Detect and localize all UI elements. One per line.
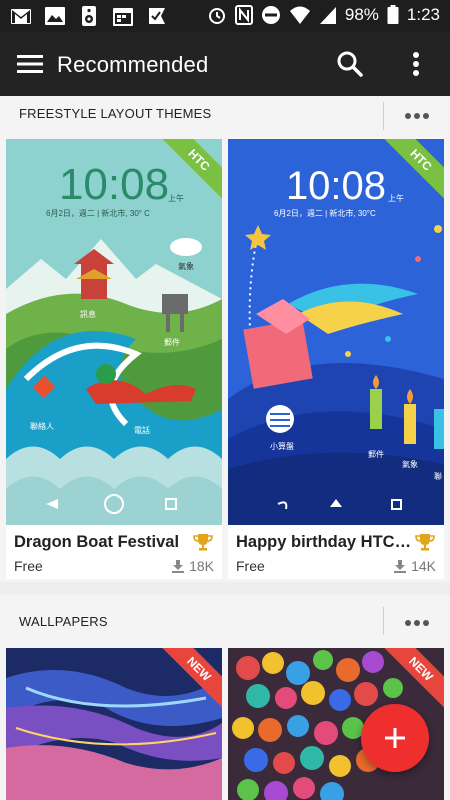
check-flag-icon [149, 8, 165, 24]
divider [383, 102, 384, 130]
preview-time: 10:08 [286, 164, 386, 208]
preview-ampm: 上午 [168, 193, 184, 203]
themes-section-header: FREESTYLE LAYOUT THEMES [0, 96, 450, 136]
download-icon [394, 560, 407, 573]
preview-label: 氣象 [178, 261, 194, 271]
alarm-icon [208, 8, 225, 24]
signal-icon [319, 7, 336, 24]
gmail-icon [11, 9, 31, 24]
status-bar: 98% 1:23 [0, 0, 450, 32]
theme-price: Free [236, 558, 265, 574]
battery-icon [387, 5, 399, 24]
more-horiz-icon[interactable] [400, 611, 434, 635]
theme-card[interactable]: 10:08 上午 6月2日，週二 | 新北市, 30° C 氣象 訊息 郵件 聯… [6, 139, 222, 579]
section-title: WALLPAPERS [19, 614, 108, 629]
preview-date: 6月2日，週二 | 新北市, 30°C [274, 208, 376, 218]
page-title: Recommended [57, 52, 209, 77]
photo-icon [45, 7, 65, 25]
preview-ampm: 上午 [388, 193, 404, 203]
clock: 1:23 [406, 5, 440, 24]
battery-percent: 98% [344, 5, 379, 24]
theme-preview-dragon-boat: 10:08 上午 6月2日，週二 | 新北市, 30° C 氣象 訊息 郵件 聯… [6, 139, 222, 525]
preview-label: 郵件 [368, 449, 384, 459]
menu-icon[interactable] [12, 46, 48, 82]
preview-label: 郵件 [164, 337, 180, 347]
preview-date: 6月2日，週二 | 新北市, 30° C [46, 208, 150, 218]
plus-icon [385, 728, 405, 748]
wifi-icon [289, 6, 310, 24]
search-icon[interactable] [334, 48, 366, 80]
speaker-icon [82, 6, 96, 26]
preview-label: 聯 [434, 471, 442, 481]
theme-preview-happy-birthday: 10:08 上午 6月2日，週二 | 新北市, 30°C 小算盤 郵件 氣象 聯 [228, 139, 444, 525]
notification-icons [10, 5, 168, 27]
app-bar: Recommended [0, 32, 450, 96]
preview-label: 訊息 [80, 309, 96, 319]
download-count: 14K [393, 558, 436, 574]
more-vert-icon[interactable] [402, 48, 430, 80]
divider [383, 607, 384, 635]
download-count: 18K [171, 558, 214, 574]
theme-name: Happy birthday HTC theme [236, 533, 412, 551]
add-fab-button[interactable] [361, 704, 429, 772]
calendar-icon [113, 8, 133, 26]
more-horiz-icon[interactable] [400, 104, 434, 128]
theme-price: Free [14, 558, 43, 574]
system-icons: 98% 1:23 [207, 5, 440, 25]
trophy-icon [193, 534, 213, 551]
wallpapers-section-header: WALLPAPERS [0, 595, 450, 641]
themes-section: FREESTYLE LAYOUT THEMES 10:08 上午 6月2日，週二… [0, 96, 450, 582]
preview-label: 小算盤 [270, 441, 294, 451]
theme-card[interactable]: 10:08 上午 6月2日，週二 | 新北市, 30°C 小算盤 郵件 氣象 聯… [228, 139, 444, 579]
section-title: FREESTYLE LAYOUT THEMES [19, 106, 212, 121]
theme-name: Dragon Boat Festival [14, 533, 180, 551]
download-count-value: 14K [411, 558, 436, 574]
preview-label: 氣象 [402, 459, 418, 469]
wallpaper-card[interactable]: NEW [6, 648, 222, 800]
nfc-icon [234, 5, 253, 25]
preview-label: 聯絡人 [30, 421, 54, 431]
preview-label: 電話 [134, 425, 150, 435]
do-not-disturb-icon [261, 6, 280, 24]
download-icon [172, 560, 185, 573]
download-count-value: 18K [189, 558, 214, 574]
preview-time: 10:08 [59, 160, 169, 209]
trophy-icon [415, 534, 435, 551]
